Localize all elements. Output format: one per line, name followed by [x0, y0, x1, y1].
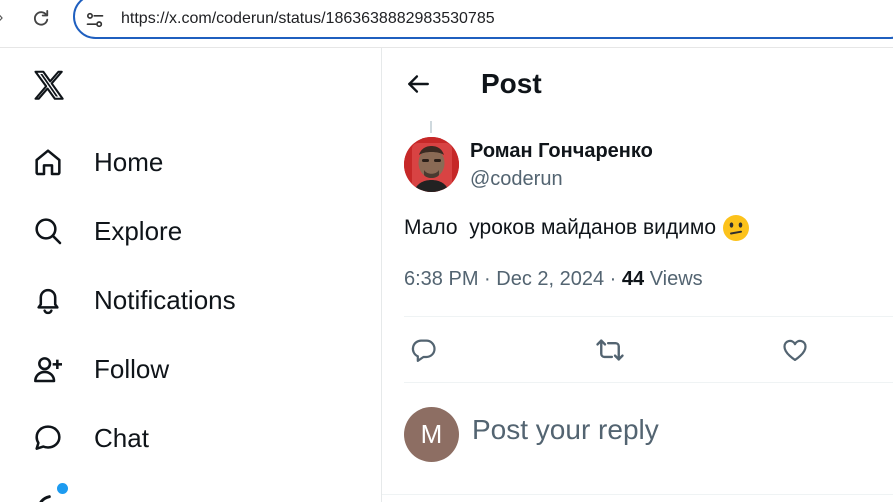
post-detail: Post Роман Гончаренко @coderun Мало урок…	[382, 48, 893, 502]
reload-icon	[33, 10, 49, 26]
chat-icon	[30, 420, 66, 456]
site-settings-icon[interactable]	[85, 10, 105, 30]
grok-icon	[30, 483, 68, 502]
notification-dot	[57, 483, 68, 494]
url-text[interactable]: https://x.com/coderun/status/18636388829…	[121, 10, 495, 28]
sidebar-item-follow[interactable]: Follow	[30, 347, 169, 391]
reload-button[interactable]	[30, 7, 52, 29]
author-handle[interactable]: @coderun	[470, 168, 563, 191]
person-add-icon	[30, 351, 66, 387]
heart-icon	[783, 339, 807, 362]
bell-icon	[30, 282, 66, 318]
search-icon	[30, 213, 66, 249]
views-label: Views	[644, 268, 703, 290]
divider	[382, 494, 893, 495]
thread-line	[430, 121, 432, 133]
views-count: 44	[621, 268, 645, 290]
divider	[404, 316, 893, 317]
browser-toolbar: › https://x.com/coderun/status/186363888…	[0, 0, 893, 48]
post-actions	[404, 332, 893, 368]
repost-icon	[596, 339, 624, 361]
page-title: Post	[481, 68, 542, 99]
post-text-content: Мало уроков майданов видимо	[404, 216, 716, 239]
address-bar[interactable]: https://x.com/coderun/status/18636388829…	[73, 0, 893, 39]
sidebar-item-explore[interactable]: Explore	[30, 209, 182, 253]
meta-separator: ·	[604, 268, 622, 290]
author-avatar[interactable]	[404, 137, 459, 192]
reply-input[interactable]: Post your reply	[472, 414, 659, 446]
arrow-left-icon	[408, 75, 429, 93]
like-button[interactable]	[777, 332, 813, 368]
sidebar: Home Explore Notifications Follow Chat	[0, 48, 381, 502]
sidebar-item-notifications[interactable]: Notifications	[30, 278, 236, 322]
sidebar-item-label: Home	[94, 146, 164, 177]
repost-button[interactable]	[592, 332, 628, 368]
forward-icon[interactable]: ›	[0, 10, 8, 26]
reply-avatar[interactable]: M	[404, 407, 459, 462]
post-text: Мало уроков майданов видимо	[404, 214, 750, 242]
sidebar-item-label: Explore	[94, 215, 183, 246]
post-timestamp[interactable]: 6:38 PM · Dec 2, 2024	[404, 268, 604, 290]
sidebar-item-label: Notifications	[94, 284, 236, 315]
reply-button[interactable]	[406, 332, 442, 368]
sidebar-item-label: Follow	[94, 353, 170, 384]
x-logo-icon[interactable]	[31, 68, 67, 104]
post-meta: 6:38 PM · Dec 2, 2024 · 44 Views	[404, 268, 703, 291]
sidebar-item-chat[interactable]: Chat	[30, 416, 149, 460]
home-icon	[30, 144, 66, 180]
author-display-name[interactable]: Роман Гончаренко	[470, 140, 653, 163]
divider	[404, 382, 893, 383]
sidebar-item-partial[interactable]	[30, 480, 68, 502]
back-button[interactable]	[404, 70, 432, 98]
sidebar-item-label: Chat	[94, 422, 149, 453]
sidebar-item-home[interactable]: Home	[30, 140, 163, 184]
reply-icon	[411, 339, 436, 362]
neutral-face-emoji-icon	[723, 215, 749, 241]
